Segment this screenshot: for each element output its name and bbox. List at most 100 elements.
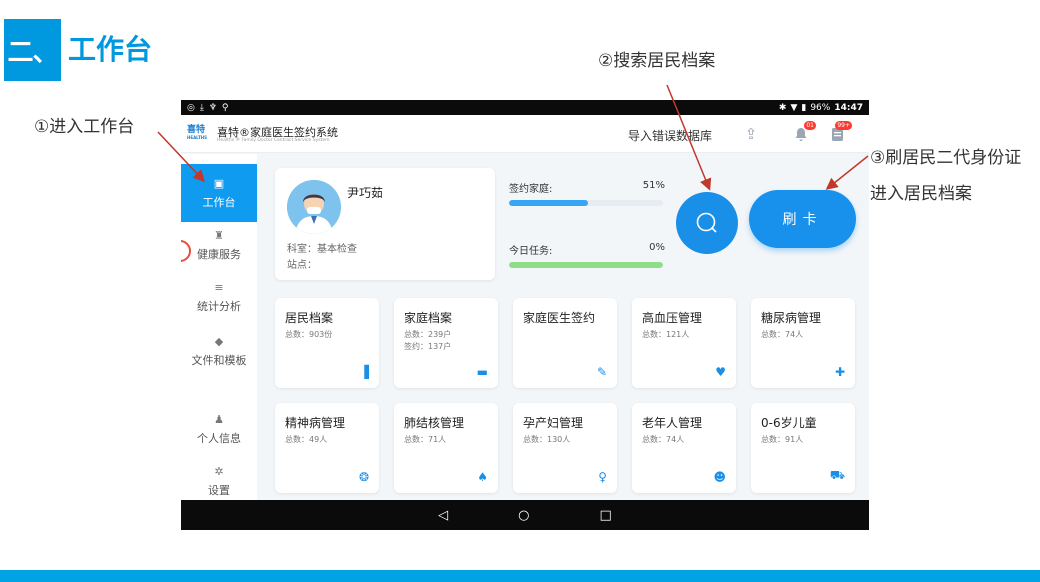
usb-icon: ♆ (208, 102, 217, 113)
gear-icon: ✲ (214, 464, 224, 478)
folder-icon: ◆ (214, 334, 224, 348)
back-button[interactable]: ◁ (438, 508, 448, 523)
footer-bar (0, 570, 1040, 582)
stroller-icon: ⛟ (829, 468, 845, 482)
document-icon[interactable]: 99+ (827, 121, 852, 144)
module-card[interactable]: 老年人管理总数：74人 ☻ (632, 403, 736, 493)
module-card-count: 总数：903份 (285, 330, 333, 339)
doctor-site: 站点： (287, 260, 317, 271)
document-icon: ▐ (359, 365, 369, 379)
profile-card: 尹巧茹 科室：基本检查 站点： (275, 168, 495, 280)
medkit-icon: ▣ (213, 176, 225, 190)
heartbeat-icon: ♥ (715, 365, 726, 379)
app-subtitle: Healths ® Family Doctor Contract Service… (217, 138, 330, 143)
module-card[interactable]: 家庭医生签约 ✎ (513, 298, 617, 388)
brain-icon: ❂ (358, 470, 369, 484)
slide: 二、 工作台 ①进入工作台 ②搜索居民档案 ③刷居民二代身份证进入居民档案 ◎ … (0, 0, 1040, 582)
sidebar-item-label: 健康服务 (197, 247, 241, 261)
sidebar-item-label: 个人信息 (197, 431, 241, 445)
folder-icon: ▬ (476, 365, 488, 379)
android-nav-bar: ◁ ○ □ (181, 500, 869, 530)
module-card-count: 总数：71人 (404, 435, 447, 444)
doctor-name: 尹巧茹 (347, 186, 384, 200)
module-card-title: 居民档案 (285, 311, 334, 325)
tablet-screen: ◎ ⤓ ♆ ⚲ ✱ ▼ ▮ 96% 14:47 喜特 HEALTHS 喜特®家庭… (181, 100, 869, 530)
module-card-count: 总数：74人 (642, 435, 685, 444)
bluetooth-icon: ✱ (778, 102, 787, 113)
notification-icon: ◎ (187, 102, 195, 113)
status-right: ✱ ▼ ▮ 96% 14:47 (779, 103, 863, 113)
module-card-title: 家庭档案 (404, 311, 453, 325)
search-icon (696, 212, 717, 233)
module-card[interactable]: 肺结核管理总数：71人 ♠ (394, 403, 498, 493)
app-header: 喜特 HEALTHS 喜特®家庭医生签约系统 Healths ® Family … (181, 115, 869, 153)
elder-icon: ☻ (713, 470, 726, 484)
wifi-icon: ▼ (790, 102, 798, 113)
sidebar-item-statistics[interactable]: ≡ 统计分析 (181, 268, 257, 326)
sidebar-item-label: 统计分析 (197, 299, 241, 313)
lungs-icon: ♠ (477, 470, 488, 484)
upload-icon[interactable]: ⇪ (741, 124, 761, 144)
doctor-avatar (287, 180, 341, 234)
annotation-search-records: ②搜索居民档案 (598, 51, 716, 71)
today-tasks-progress-fill (509, 262, 663, 268)
pregnant-icon: ♀ (598, 470, 607, 484)
app-logo: 喜特 HEALTHS (187, 125, 208, 141)
module-card-count: 总数：91人 (761, 435, 804, 444)
today-tasks-progress (509, 262, 663, 268)
signed-families-progress-fill (509, 200, 588, 206)
stats-panel: 签约家庭: 51% 今日任务: 0% (509, 176, 665, 276)
today-tasks-label: 今日任务: (509, 246, 553, 257)
import-error-db-button[interactable]: 导入错误数据库 (628, 127, 712, 144)
sidebar-item-label: 工作台 (202, 195, 236, 209)
module-card-title: 0-6岁儿童 (761, 416, 817, 430)
module-card[interactable]: 居民档案总数：903份 ▐ (275, 298, 379, 388)
sidebar-item-label: 文件和模板 (191, 353, 247, 367)
module-card[interactable]: 孕产妇管理 总数：130人 ♀ (513, 403, 617, 493)
bell-badge: 01 (804, 121, 816, 130)
module-card[interactable]: 精神病管理 总数：49人 ❂ (275, 403, 379, 493)
module-card-title: 糖尿病管理 (761, 311, 822, 325)
sidebar-item-health-services[interactable]: ♜ 健康服务 (181, 216, 257, 274)
status-bar: ◎ ⤓ ♆ ⚲ ✱ ▼ ▮ 96% 14:47 (181, 100, 869, 115)
module-card-count: 总数：74人 (761, 330, 804, 339)
module-card-count: 总数：239户 签约：137户 (404, 330, 452, 351)
doctor-department: 科室：基本检查 (287, 244, 357, 255)
download-icon: ⤓ (199, 102, 204, 113)
location-icon: ⚲ (221, 102, 229, 113)
annotation-enter-workbench: ①进入工作台 (34, 117, 135, 137)
today-tasks-value: 0% (649, 242, 665, 253)
slide-title: 工作台 (68, 33, 153, 66)
signed-families-progress (509, 200, 663, 206)
sidebar-item-personal-info[interactable]: ♟ 个人信息 (181, 400, 257, 458)
search-records-button[interactable] (676, 192, 738, 254)
module-card-count: 总数：49人 (285, 435, 328, 444)
syringe-icon: ✚ (834, 365, 845, 379)
sidebar-item-workbench[interactable]: ▣ 工作台 (181, 164, 257, 222)
module-card[interactable]: 0-6岁儿童总数：91人 ⛟ (751, 403, 855, 493)
module-card[interactable]: 家庭档案总数：239户 签约：137户 ▬ (394, 298, 498, 388)
module-card-title: 肺结核管理 (404, 416, 465, 430)
module-card-title: 老年人管理 (642, 416, 703, 430)
document-badge: 99+ (835, 121, 852, 130)
module-card-title: 孕产妇管理 (523, 416, 584, 430)
module-card[interactable]: 糖尿病管理总数：74人 ✚ (751, 298, 855, 388)
recent-apps-button[interactable]: □ (600, 508, 612, 523)
home-button[interactable]: ○ (518, 508, 529, 523)
clock: 14:47 (834, 102, 863, 113)
person-icon: ♟ (214, 412, 224, 426)
module-card-title: 家庭医生签约 (523, 311, 596, 325)
swipe-card-button[interactable]: 刷卡 (749, 190, 856, 248)
module-card[interactable]: 高血压管理 总数：121人 ♥ (632, 298, 736, 388)
section-number-badge: 二、 (4, 19, 61, 81)
battery-icon: ▮ (801, 102, 807, 113)
bell-icon[interactable]: 01 (791, 121, 816, 144)
status-left-icons: ◎ ⤓ ♆ ⚲ (187, 103, 229, 113)
sidebar-item-label: 设置 (208, 483, 230, 497)
sidebar: ▣ 工作台 ♜ 健康服务 ≡ 统计分析 ◆ 文件和模板 ♟ 个人信息 ✲ 设置 (181, 154, 257, 500)
sidebar-item-files[interactable]: ◆ 文件和模板 (181, 322, 257, 380)
module-card-title: 高血压管理 (642, 311, 703, 325)
signed-families-label: 签约家庭: (509, 184, 553, 195)
annotation-swipe-id-card: ③刷居民二代身份证进入居民档案 (870, 148, 1022, 204)
chart-icon: ≡ (214, 280, 224, 294)
